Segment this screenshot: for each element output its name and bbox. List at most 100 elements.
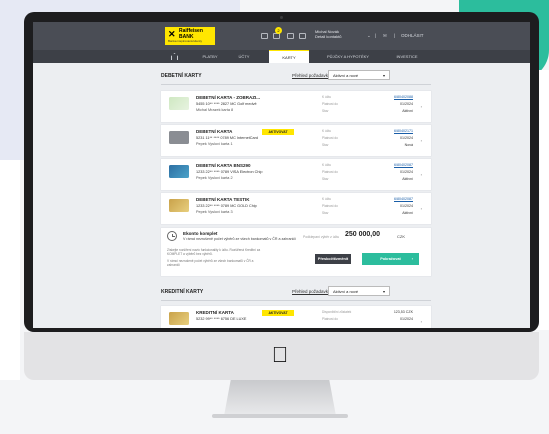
monitor-foot [212,414,348,418]
card-name: DEBETNÍ KARTA BNS290 [196,163,251,168]
offer-currency: CZK [397,234,405,239]
nav-investice[interactable]: INVESTICE [387,50,427,63]
offer-desc: V rámci nezrušeně počet výběrů ze všech … [183,237,297,241]
status-value: Aktivní [402,177,413,181]
overview-link[interactable]: Přehled požadavků [292,289,331,294]
monitor-stand [224,380,336,416]
chevron-right-icon[interactable]: › [421,138,422,143]
settings-icon[interactable] [299,33,306,39]
card-thumbnail [169,199,189,212]
divider-line [161,84,431,85]
continue-button-label: Pokračovat [380,257,401,261]
account-label: K účtu [322,197,332,201]
card-row[interactable]: DEBETNÍ KARTA - ZOBRAZI... 5455 10** ***… [161,91,431,122]
logout-link[interactable]: ODHLÁSIT [401,33,424,38]
account-link[interactable]: 6/80402087 [394,197,413,201]
expiry-value: 01/2024 [400,204,413,208]
chevron-right-icon: › [411,256,413,261]
expiry-label: Platnost do [322,317,338,321]
expiry-value: 01/2024 [400,136,413,140]
offer-title: Ekonto komplet [183,231,218,236]
monitor-bezel: ✕ Raiffeisen BANK Banka inspirovaná klien… [24,12,539,332]
account-label: K účtu [322,129,332,133]
section-title: KREDITNÍ KARTY [161,289,204,295]
account-link[interactable]: 6/80402087 [394,163,413,167]
expiry-value: 01/2024 [400,102,413,106]
background-strip-left [0,160,20,380]
divider: | [375,33,377,38]
camera-dot [280,16,283,19]
credit-section-header: KREDITNÍ KARTY Přehled požadavků Aktivní… [161,284,431,300]
activate-badge[interactable]: AKTIVOVAT [262,310,294,316]
language-icon[interactable]: ✉ [383,33,387,39]
card-row[interactable]: DEBETNÍ KARTA BNS290 1233 22** **** 0789… [161,159,431,190]
expiry-label: Platnost do [322,204,338,208]
activate-badge[interactable]: AKTIVOVAT [262,129,294,135]
expiry-value: 01/2024 [400,317,413,321]
user-info[interactable]: Michal Novák Detail kontaktů [315,29,341,39]
card-number: 5232 99** **** 6756 DE LUXE [196,317,247,321]
user-sub: Detail kontaktů [315,34,342,39]
chevron-down-icon[interactable]: ⌄ [367,33,371,39]
chevron-right-icon[interactable]: › [421,206,422,211]
expiry-value: 01/2024 [400,170,413,174]
card-thumbnail [169,312,189,325]
card-number: 5231 11** **** 0789 MC InternetCard [196,136,258,140]
chevron-down-icon: ▾ [382,73,385,78]
card-number: 5455 10** **** 2827 MC Golf medvě [196,102,257,106]
filter-select[interactable]: Aktivní a nové ▾ [328,70,390,80]
expiry-label: Platnost do [322,102,338,106]
documents-icon[interactable] [287,33,294,39]
mail-icon[interactable] [261,33,268,39]
skip-button[interactable]: Přeskočit/změnit [315,254,351,264]
logo-icon: ✕ [168,29,176,39]
chevron-right-icon[interactable]: › [421,104,422,109]
account-label: K účtu [322,95,332,99]
chevron-right-icon[interactable]: › [421,319,422,324]
chevron-down-icon: ▾ [382,289,385,294]
offer-label: Podklepaní výběr z účtu [303,235,340,239]
account-link[interactable]: 6/80402171 [394,129,413,133]
bank-logo[interactable]: ✕ Raiffeisen BANK Banka inspirovaná klien… [165,27,215,45]
status-label: Stav [322,109,329,113]
card-name: DEBETNÍ KARTA TESTIK [196,197,250,202]
komplet-offer: Ekonto komplet V rámci nezrušeně počet v… [161,228,431,276]
debit-section-header: DEBETNÍ KARTY Přehled požadavků Aktivní … [161,68,431,84]
filter-value: Aktivní a nové [333,73,359,78]
clock-icon [167,231,177,241]
card-number: 1233 22** **** 0789 VISA Electron Chip [196,170,263,174]
card-row[interactable]: KREDITNÍ KARTA AKTIVOVAT 5232 99** **** … [161,306,431,328]
main-nav: PLATBY ÚČTY KARTY PŮJČKY A HYPOTÉKY INVE… [33,50,530,63]
card-name: KREDITNÍ KARTA [196,310,234,315]
filter-select[interactable]: Aktivní a nové ▾ [328,286,390,296]
overview-link[interactable]: Přehled požadavků [292,73,331,78]
status-label: Stav [322,143,329,147]
section-title: DEBETNÍ KARTY [161,73,202,79]
status-value: Aktivní [402,211,413,215]
card-row[interactable]: DEBETNÍ KARTA AKTIVOVAT 5231 11** **** 0… [161,125,431,156]
balance-label: Disponibilní zůstatek [322,310,352,314]
nav-ucty[interactable]: ÚČTY [229,50,259,63]
card-thumbnail [169,97,189,110]
screen: ✕ Raiffeisen BANK Banka inspirovaná klien… [33,22,530,328]
nav-pujcky[interactable]: PŮJČKY A HYPOTÉKY [316,50,380,63]
divider-line [161,300,431,301]
status-value: Nová [404,143,413,147]
home-icon[interactable] [171,53,178,60]
nav-platby[interactable]: PLATBY [193,50,227,63]
card-name: DEBETNÍ KARTA - ZOBRAZI... [196,95,260,100]
continue-button[interactable]: Pokračovat › [362,253,419,265]
card-thumbnail [169,131,189,144]
top-bar: ✕ Raiffeisen BANK Banka inspirovaná klien… [33,22,530,50]
chevron-right-icon[interactable]: › [421,172,422,177]
expiry-label: Platnost do [322,170,338,174]
account-link[interactable]: 6/80402088 [394,95,413,99]
card-row[interactable]: DEBETNÍ KARTA TESTIK 1233 22** **** 0789… [161,193,431,224]
status-value: Aktivní [402,109,413,113]
card-owner: Pepek Vysloví karta 2 [196,176,233,180]
nav-karty[interactable]: KARTY [269,50,309,63]
card-thumbnail [169,165,189,178]
expiry-label: Platnost do [322,136,338,140]
notification-badge: 2 [275,27,282,34]
offer-amount: 250 000,00 [345,231,381,238]
